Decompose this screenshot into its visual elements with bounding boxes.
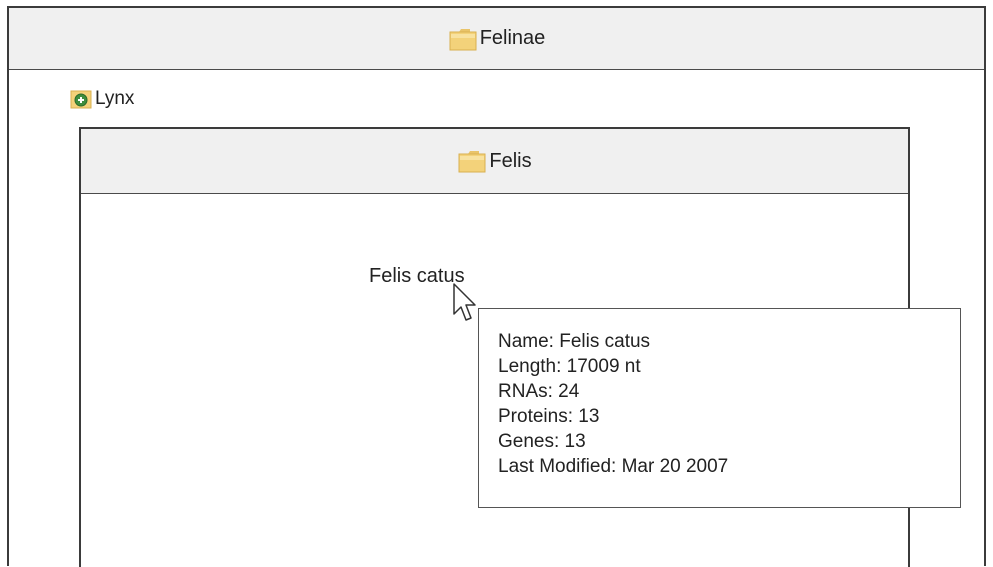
leaf-felis-catus[interactable]: Felis catus [369, 265, 465, 288]
tree-node-lynx[interactable]: Lynx [70, 88, 134, 110]
tooltip-length: Length: 17009 nt [498, 356, 641, 377]
tooltip-name: Name: Felis catus [498, 331, 651, 352]
expand-node-icon[interactable] [70, 88, 92, 110]
tooltip-genes: Genes: 13 [498, 431, 586, 452]
folder-icon [458, 151, 486, 173]
tooltip-proteins: Proteins: 13 [498, 406, 600, 427]
felis-panel-title: Felis [489, 149, 532, 172]
mouse-cursor-icon [453, 283, 476, 321]
tooltip: Name: Felis catus Length: 17009 nt RNAs:… [478, 308, 961, 508]
tooltip-last-modified: Last Modified: Mar 20 2007 [498, 456, 729, 477]
tree-node-lynx-label: Lynx [95, 88, 135, 109]
felis-panel-header[interactable]: Felis [81, 129, 908, 194]
folder-icon [449, 28, 477, 50]
felinae-panel-title: Felinae [479, 27, 546, 49]
tooltip-rnas: RNAs: 24 [498, 381, 580, 402]
felinae-panel-header[interactable]: Felinae [9, 8, 984, 70]
